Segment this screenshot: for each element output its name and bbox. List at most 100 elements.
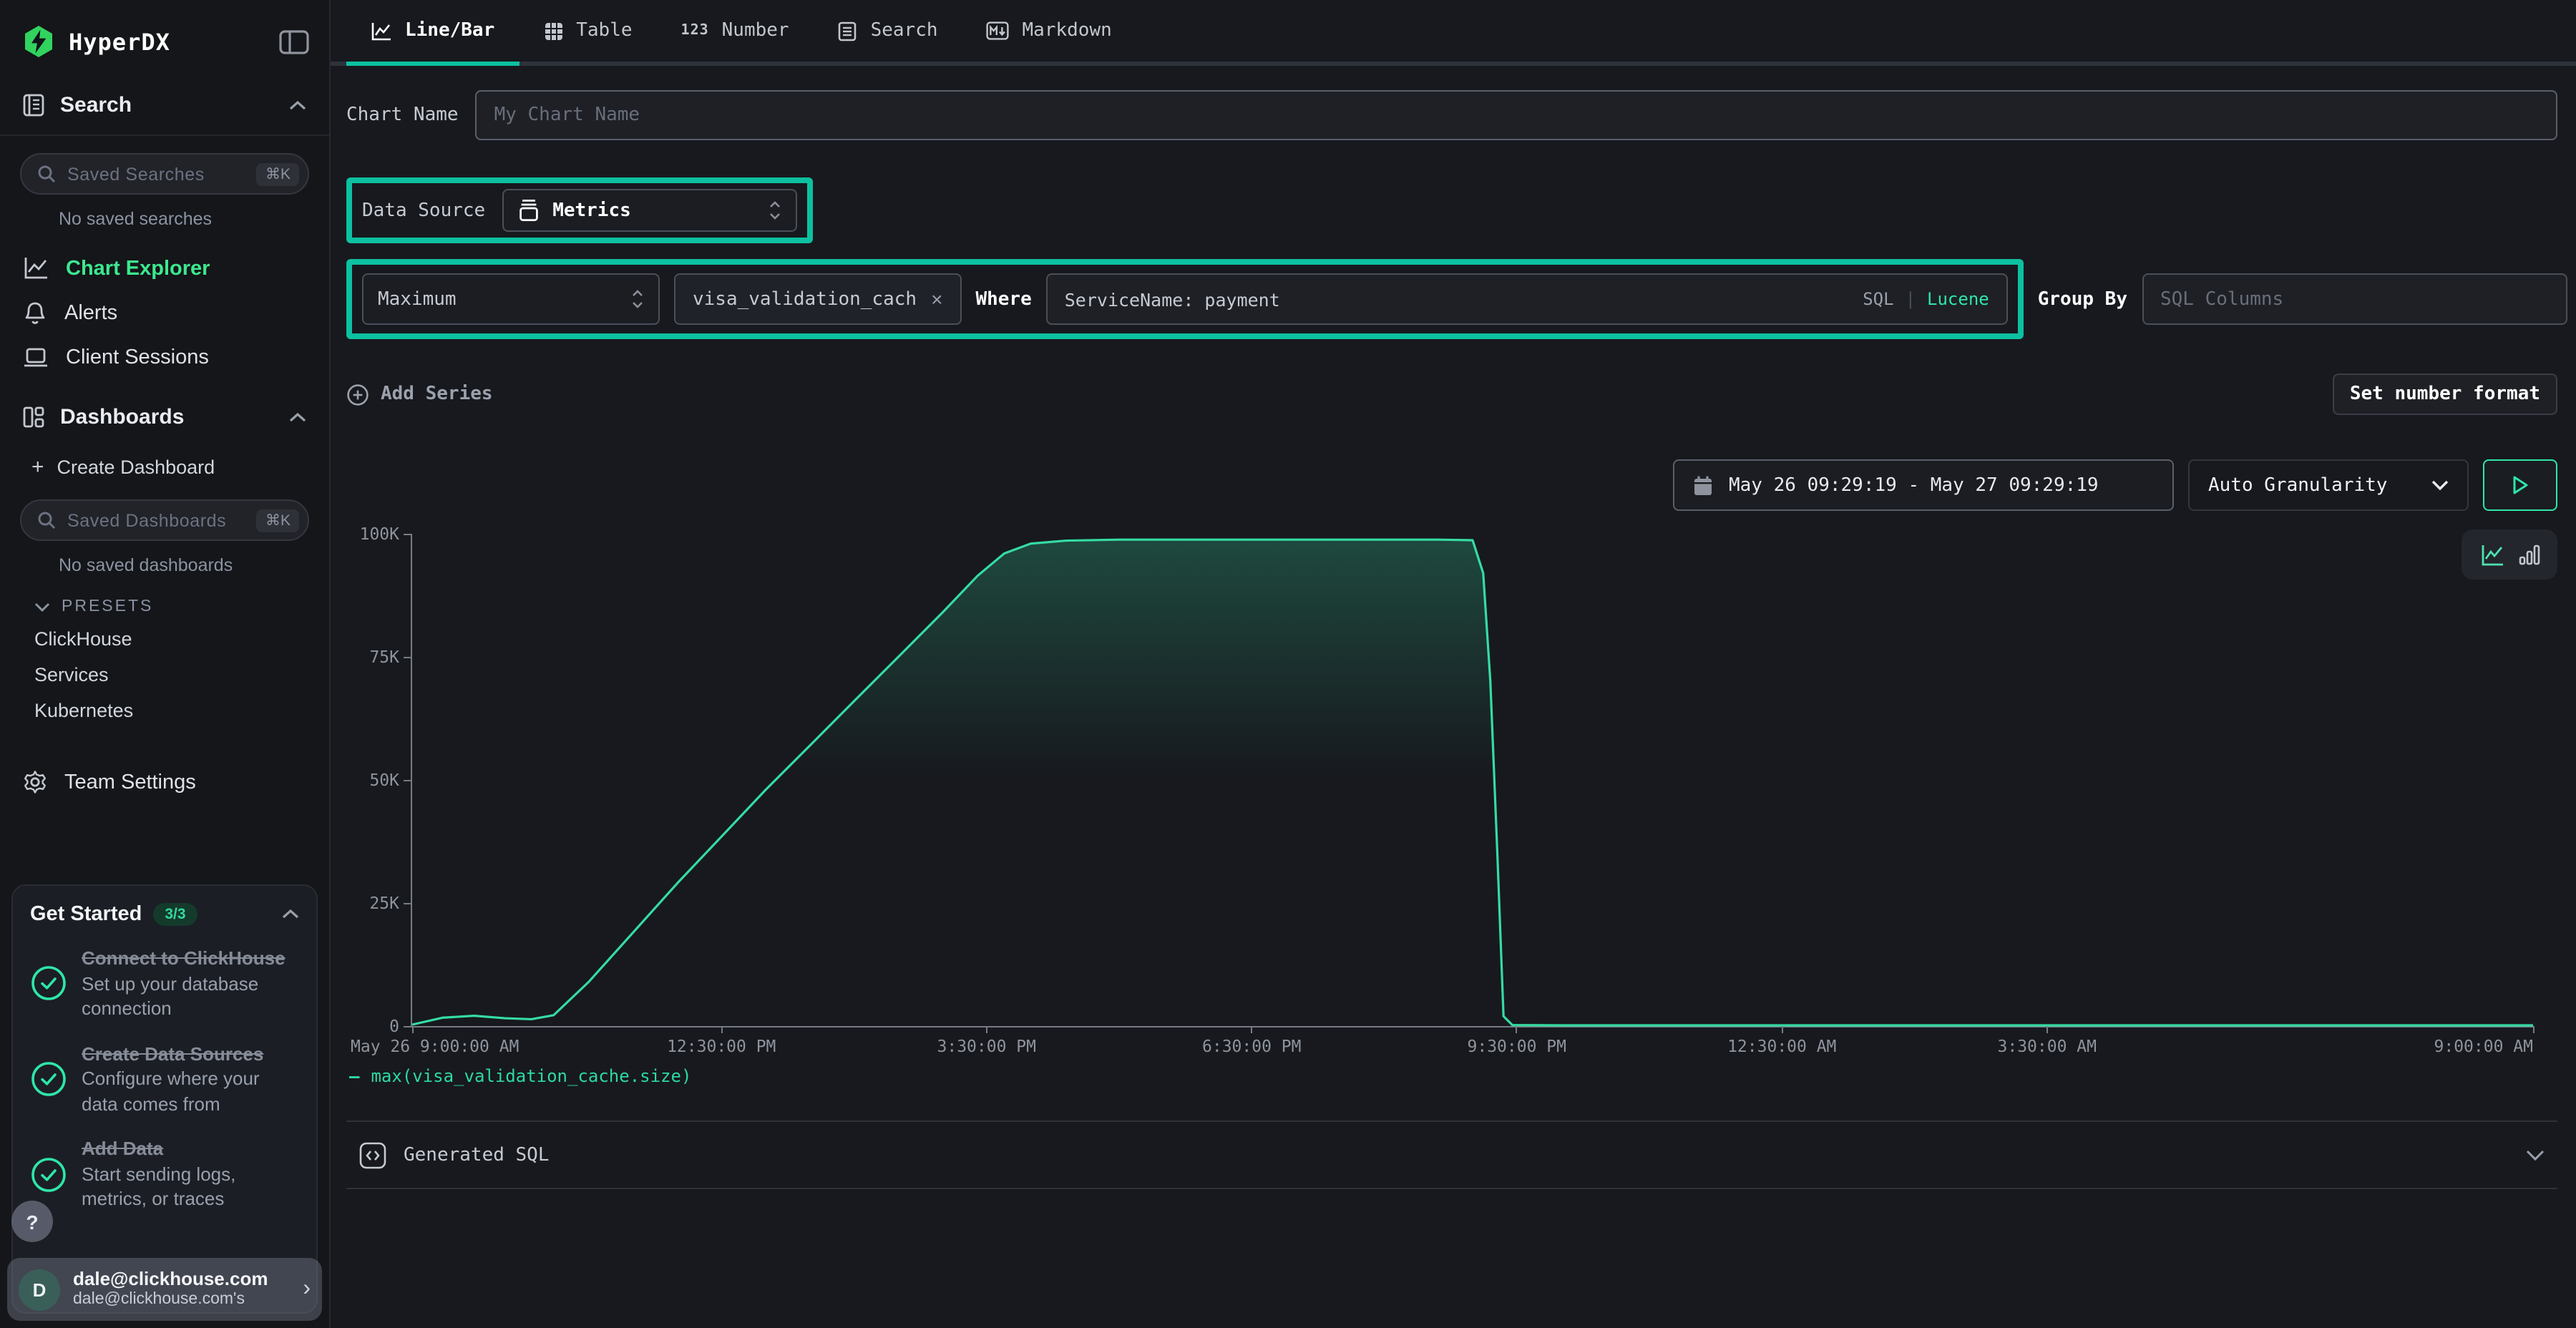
chevron-up-icon <box>289 99 306 111</box>
check-circle-icon <box>30 1060 67 1098</box>
get-started-item[interactable]: Create Data Sources Configure where your… <box>30 1041 299 1116</box>
close-icon[interactable]: × <box>931 288 942 311</box>
step-subtitle: Start sending logs, metrics, or traces <box>82 1163 235 1210</box>
generated-sql-toggle[interactable]: Generated SQL <box>346 1120 2557 1189</box>
x-axis-tick-label: 3:30:00 PM <box>937 1036 1037 1056</box>
get-started-header[interactable]: Get Started 3/3 <box>30 903 299 926</box>
table-icon <box>543 21 563 41</box>
tab-line-bar[interactable]: Line/Bar <box>346 0 519 62</box>
saved-searches-input[interactable]: Saved Searches ⌘K <box>20 153 309 195</box>
step-title: Create Data Sources <box>82 1043 263 1064</box>
chart-legend[interactable]: — max(visa_validation_cache.size) <box>349 1066 691 1086</box>
brand-name: HyperDX <box>69 28 170 55</box>
y-axis-tick <box>404 656 411 658</box>
laptop-icon <box>23 346 49 369</box>
sidebar-dashboards-label: Dashboards <box>60 405 184 429</box>
tab-label: Table <box>576 20 632 42</box>
lucene-toggle[interactable]: Lucene <box>1927 289 1989 309</box>
data-source-select[interactable]: Metrics <box>502 189 797 232</box>
chart-name-input[interactable]: My Chart Name <box>476 90 2557 140</box>
set-number-format-button[interactable]: Set number format <box>2333 374 2557 415</box>
data-source-row: Data Source Metrics <box>346 177 2557 243</box>
chevron-down-icon <box>2526 1148 2545 1161</box>
metric-field-chip[interactable]: visa_validation_cach × <box>674 273 961 325</box>
sidebar-section-search[interactable]: Search <box>0 76 329 132</box>
granularity-select[interactable]: Auto Granularity <box>2188 459 2469 511</box>
tab-markdown[interactable]: Markdown <box>962 0 1136 62</box>
add-series-label: Add Series <box>381 384 493 405</box>
tab-search[interactable]: Search <box>814 0 962 62</box>
legend-series-label: max(visa_validation_cache.size) <box>371 1066 691 1086</box>
y-axis-tick-label: 100K <box>360 524 399 544</box>
toggle-separator: | <box>1906 289 1916 309</box>
sidebar-item-team-settings[interactable]: Team Settings <box>0 760 329 804</box>
database-icon <box>518 199 540 222</box>
where-input[interactable]: ServiceName: payment SQL | Lucene <box>1046 273 2008 325</box>
x-axis-tick <box>2532 1026 2534 1033</box>
date-range-picker[interactable]: May 26 09:29:19 - May 27 09:29:19 <box>1673 459 2174 511</box>
y-axis-tick <box>404 902 411 904</box>
chevron-down-icon <box>2431 479 2449 491</box>
x-axis-tick-label: 9:30:00 PM <box>1468 1036 1567 1056</box>
search-icon <box>37 511 56 529</box>
tab-number[interactable]: 123 Number <box>657 0 814 62</box>
select-chevrons-icon <box>769 200 781 220</box>
series-row: Maximum visa_validation_cach × Where Ser… <box>346 259 2557 339</box>
help-button[interactable]: ? <box>11 1201 53 1242</box>
group-by-placeholder: SQL Columns <box>2160 288 2283 310</box>
list-doc-icon <box>838 21 858 41</box>
app-root: HyperDX Search Saved Searches ⌘K No save… <box>0 0 2576 1328</box>
sidebar-item-label: Client Sessions <box>66 346 209 369</box>
x-axis-tick <box>411 1026 413 1033</box>
sidebar-collapse-icon[interactable] <box>279 29 309 54</box>
sidebar-item-chart-explorer[interactable]: Chart Explorer <box>0 246 329 290</box>
sidebar-item-client-sessions[interactable]: Client Sessions <box>0 336 329 379</box>
step-subtitle: Configure where your data comes from <box>82 1068 260 1114</box>
where-label: Where <box>975 288 1031 310</box>
sidebar-item-services[interactable]: Services <box>0 657 329 693</box>
chevron-down-icon <box>34 602 50 612</box>
add-series-button[interactable]: Add Series <box>346 383 493 406</box>
tab-label: Markdown <box>1023 20 1112 42</box>
shortcut-badge: ⌘K <box>257 162 299 185</box>
line-chart-icon <box>371 21 392 41</box>
tab-label: Search <box>871 20 938 42</box>
highlight-box-data-source: Data Source Metrics <box>346 177 813 243</box>
sidebar-item-kubernetes[interactable]: Kubernetes <box>0 693 329 728</box>
tabs-bar: Line/Bar Table 123 Number Search <box>331 0 2576 66</box>
chart-toolbar: May 26 09:29:19 - May 27 09:29:19 Auto G… <box>1673 459 2557 511</box>
sidebar-item-alerts[interactable]: Alerts <box>0 290 329 336</box>
get-started-item[interactable]: Add Data Start sending logs, metrics, or… <box>30 1137 299 1212</box>
calendar-icon <box>1693 474 1713 496</box>
query-language-toggle: SQL | Lucene <box>1863 289 1989 309</box>
chart-builder: Chart Name My Chart Name Data Source Met… <box>331 66 2576 1328</box>
sidebar-section-dashboards[interactable]: Dashboards <box>0 388 329 444</box>
plus-circle-icon <box>346 383 369 406</box>
user-menu[interactable]: D dale@clickhouse.com dale@clickhouse.co… <box>7 1258 322 1321</box>
code-icon <box>359 1141 386 1168</box>
chart-name-row: Chart Name My Chart Name <box>346 90 2557 140</box>
progress-badge: 3/3 <box>153 903 197 926</box>
run-query-button[interactable] <box>2483 459 2557 511</box>
step-title: Add Data <box>82 1138 163 1160</box>
line-chart-icon <box>23 256 49 280</box>
x-axis-tick-label: May 26 9:00:00 AM <box>351 1036 519 1056</box>
chevron-right-icon: › <box>303 1276 311 1302</box>
chevron-up-icon[interactable] <box>282 909 299 920</box>
series-actions-row: Add Series Set number format <box>346 374 2557 415</box>
y-axis-tick-label: 50K <box>369 770 399 790</box>
get-started-item[interactable]: Connect to ClickHouse Set up your databa… <box>30 946 299 1021</box>
group-by-input[interactable]: SQL Columns <box>2142 273 2567 325</box>
logo-row: HyperDX <box>0 0 329 76</box>
sql-toggle[interactable]: SQL <box>1863 289 1893 309</box>
markdown-icon <box>987 21 1010 40</box>
presets-header[interactable]: PRESETS <box>0 584 329 621</box>
tab-table[interactable]: Table <box>519 0 656 62</box>
y-axis-tick <box>404 1025 411 1027</box>
sidebar-item-clickhouse[interactable]: ClickHouse <box>0 621 329 657</box>
aggregation-select[interactable]: Maximum <box>362 273 660 325</box>
check-circle-icon <box>30 965 67 1002</box>
create-dashboard-button[interactable]: + Create Dashboard <box>0 444 329 482</box>
saved-dashboards-input[interactable]: Saved Dashboards ⌘K <box>20 499 309 541</box>
y-axis-tick <box>404 779 411 781</box>
